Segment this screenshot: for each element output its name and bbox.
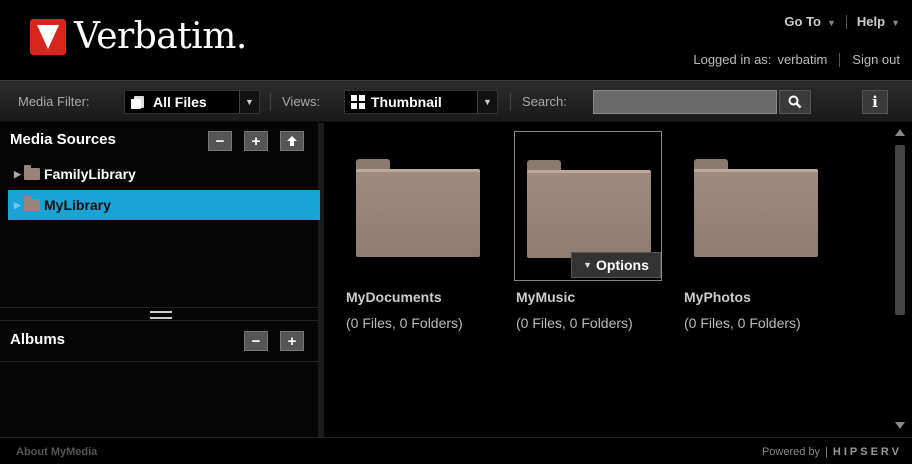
- folder-name[interactable]: MyMusic: [516, 289, 575, 305]
- footer: About MyMedia Powered by | HIPSERV: [0, 437, 912, 464]
- info-button[interactable]: i: [862, 90, 888, 114]
- folder-name[interactable]: MyPhotos: [684, 289, 751, 305]
- help-caret-icon: ▼: [891, 18, 900, 28]
- add-source-button[interactable]: +: [244, 131, 268, 151]
- grid-icon: [351, 95, 365, 109]
- media-filter-label: Media Filter:: [18, 94, 90, 109]
- arrow-up-icon: [287, 136, 297, 146]
- folder-icon: [694, 159, 818, 257]
- folder-icon: [356, 159, 480, 257]
- folder-thumbnail[interactable]: [344, 131, 492, 281]
- media-sources-title: Media Sources: [10, 131, 116, 148]
- goto-caret-icon: ▼: [826, 18, 836, 28]
- powered-label: Powered by: [761, 446, 821, 458]
- goto-menu[interactable]: Go To ▼: [784, 14, 836, 29]
- about-link[interactable]: About MyMedia: [16, 446, 97, 458]
- verbatim-logo[interactable]: Verbatim.: [30, 16, 247, 57]
- expand-arrow-icon[interactable]: ▶: [14, 169, 24, 180]
- media-filter-dropdown[interactable]: All Files ▼: [124, 90, 260, 114]
- plus-icon: +: [251, 132, 261, 150]
- divider: |: [825, 446, 828, 458]
- divider: [845, 14, 847, 29]
- options-label: Options: [596, 257, 649, 273]
- panel-splitter[interactable]: [0, 307, 318, 321]
- scroll-down-icon[interactable]: [895, 422, 905, 429]
- left-panel: Media Sources − + ▶ FamilyLibrary ▶ MyLi…: [0, 123, 324, 437]
- search-icon: [788, 95, 802, 109]
- info-icon: i: [872, 93, 878, 111]
- minus-icon: −: [215, 132, 225, 150]
- logo-text: Verbatim.: [74, 16, 247, 57]
- toolbar: Media Filter: All Files ▼ Views: Thumbna…: [0, 80, 912, 122]
- options-button[interactable]: ▼ Options: [571, 252, 661, 278]
- chevron-down-icon: ▼: [583, 260, 593, 270]
- folder-meta: (0 Files, 0 Folders): [346, 315, 463, 331]
- header: Verbatim. Go To ▼ Help ▼ Logged in as: ver…: [0, 0, 912, 80]
- scroll-thumb[interactable]: [895, 145, 905, 315]
- search-input[interactable]: [593, 90, 777, 114]
- folder-icon: [24, 165, 40, 180]
- sidebar-item-label: MyLibrary: [44, 197, 111, 213]
- expand-arrow-icon[interactable]: ▶: [14, 200, 24, 211]
- top-nav: Go To ▼ Help ▼: [784, 14, 900, 29]
- folder-icon: [527, 160, 651, 258]
- divider: [839, 52, 841, 67]
- views-label: Views:: [282, 94, 321, 109]
- divider: [270, 93, 271, 111]
- verbatim-v-icon: [30, 18, 66, 55]
- folder-name[interactable]: MyDocuments: [346, 289, 442, 305]
- divider: [510, 93, 511, 111]
- views-dropdown[interactable]: Thumbnail ▼: [344, 90, 498, 114]
- divider: [0, 361, 318, 362]
- folder-meta: (0 Files, 0 Folders): [516, 315, 633, 331]
- search-label: Search:: [522, 94, 567, 109]
- chevron-down-icon: ▼: [477, 91, 497, 113]
- username: verbatim: [777, 52, 828, 67]
- goto-label: Go To: [784, 14, 821, 29]
- plus-icon: +: [287, 332, 297, 350]
- add-album-button[interactable]: +: [280, 331, 304, 351]
- views-value: Thumbnail: [371, 94, 442, 110]
- help-menu[interactable]: Help ▼: [857, 14, 900, 29]
- help-label: Help: [856, 14, 886, 29]
- albums-title: Albums: [10, 331, 66, 348]
- powered-by: Powered by | HIPSERV: [762, 446, 902, 458]
- folder-icon: [24, 196, 40, 211]
- hipserv-logo: HIPSERV: [832, 446, 902, 458]
- files-icon: [131, 94, 147, 110]
- sidebar-item-familylibrary[interactable]: ▶ FamilyLibrary: [8, 159, 320, 189]
- remove-source-button[interactable]: −: [208, 131, 232, 151]
- remove-album-button[interactable]: −: [244, 331, 268, 351]
- sidebar-item-mylibrary[interactable]: ▶ MyLibrary: [8, 190, 320, 220]
- folder-thumbnail[interactable]: ▼ Options: [514, 131, 662, 281]
- scroll-up-icon[interactable]: [895, 129, 905, 136]
- logged-in-label: Logged in as:: [693, 52, 772, 67]
- chevron-down-icon: ▼: [239, 91, 259, 113]
- upload-button[interactable]: [280, 131, 304, 151]
- folder-meta: (0 Files, 0 Folders): [684, 315, 801, 331]
- sidebar-item-label: FamilyLibrary: [44, 166, 136, 182]
- signout-link[interactable]: Sign out: [852, 52, 900, 67]
- search-button[interactable]: [779, 90, 811, 114]
- vertical-scrollbar[interactable]: [894, 125, 906, 435]
- minus-icon: −: [251, 332, 261, 350]
- user-line: Logged in as: verbatim Sign out: [693, 52, 900, 67]
- content-area: MyDocuments (0 Files, 0 Folders) ▼ Optio…: [330, 123, 912, 437]
- media-filter-value: All Files: [153, 94, 207, 110]
- folder-thumbnail[interactable]: [682, 131, 830, 281]
